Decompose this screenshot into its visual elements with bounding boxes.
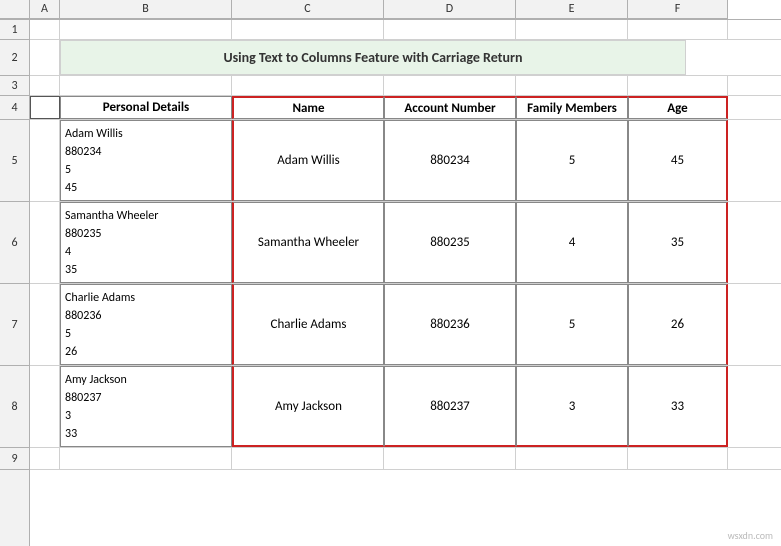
- personal-charlie: Charlie Adams 880236 5 26: [65, 289, 135, 361]
- row-6-samantha: Samantha Wheeler 880235 4 35 Samantha Wh…: [30, 202, 781, 284]
- row-4-headers: Personal Details Name Account Number Fam…: [30, 96, 781, 120]
- cell-d9[interactable]: [384, 448, 516, 469]
- row-num-8: 8: [0, 366, 29, 448]
- row-2-title: Using Text to Columns Feature with Carri…: [30, 40, 781, 76]
- cell-d3[interactable]: [384, 76, 516, 95]
- header-age: Age: [628, 96, 728, 119]
- cell-c3[interactable]: [232, 76, 384, 95]
- cell-b8-personal[interactable]: Amy Jackson 880237 3 33: [60, 366, 232, 447]
- cell-b3[interactable]: [60, 76, 232, 95]
- cell-b6-personal[interactable]: Samantha Wheeler 880235 4 35: [60, 202, 232, 283]
- cell-e8-family[interactable]: 3: [516, 366, 628, 447]
- col-header-a: A: [30, 0, 60, 19]
- col-header-f: F: [628, 0, 728, 19]
- cell-a9[interactable]: [30, 448, 60, 469]
- cell-f3[interactable]: [628, 76, 728, 95]
- cell-d7-acct[interactable]: 880236: [384, 284, 516, 365]
- cell-c8-name[interactable]: Amy Jackson: [232, 366, 384, 447]
- cell-f9[interactable]: [628, 448, 728, 469]
- cell-f7-age[interactable]: 26: [628, 284, 728, 365]
- cell-c9[interactable]: [232, 448, 384, 469]
- watermark: wsxdn.com: [728, 529, 773, 542]
- row-1: [30, 20, 781, 40]
- cell-c1[interactable]: [232, 20, 384, 39]
- cell-a7[interactable]: [30, 284, 60, 365]
- col-header-e: E: [516, 0, 628, 19]
- col-header-c: C: [232, 0, 384, 19]
- grid-body: 1 2 3 4 5 6 7 8 9: [0, 20, 781, 546]
- cell-d5-acct[interactable]: 880234: [384, 120, 516, 201]
- row-num-1: 1: [0, 20, 29, 40]
- row-numbers: 1 2 3 4 5 6 7 8 9: [0, 20, 30, 546]
- cell-b7-personal[interactable]: Charlie Adams 880236 5 26: [60, 284, 232, 365]
- row-3: [30, 76, 781, 96]
- row-5-adam: Adam Willis 880234 5 45 Adam Willis 8802…: [30, 120, 781, 202]
- grid-content: Using Text to Columns Feature with Carri…: [30, 20, 781, 546]
- col-header-b: B: [60, 0, 232, 19]
- personal-amy: Amy Jackson 880237 3 33: [65, 371, 127, 443]
- cell-a6[interactable]: [30, 202, 60, 283]
- row-num-6: 6: [0, 202, 29, 284]
- corner-cell: [0, 0, 30, 19]
- cell-b1[interactable]: [60, 20, 232, 39]
- cell-f5-age[interactable]: 45: [628, 120, 728, 201]
- title-cell: Using Text to Columns Feature with Carri…: [60, 40, 686, 75]
- personal-adam: Adam Willis 880234 5 45: [65, 125, 123, 197]
- cell-e6-family[interactable]: 4: [516, 202, 628, 283]
- cell-a8[interactable]: [30, 366, 60, 447]
- row-num-2: 2: [0, 40, 29, 76]
- cell-e1[interactable]: [516, 20, 628, 39]
- header-personal-details: Personal Details: [60, 96, 232, 119]
- row-7-charlie: Charlie Adams 880236 5 26 Charlie Adams …: [30, 284, 781, 366]
- row-num-5: 5: [0, 120, 29, 202]
- cell-e3[interactable]: [516, 76, 628, 95]
- spreadsheet-title: Using Text to Columns Feature with Carri…: [223, 49, 522, 66]
- row-num-7: 7: [0, 284, 29, 366]
- cell-f1[interactable]: [628, 20, 728, 39]
- cell-d6-acct[interactable]: 880235: [384, 202, 516, 283]
- spreadsheet: A B C D E F 1 2 3 4 5 6 7 8 9: [0, 0, 781, 546]
- cell-c5-name[interactable]: Adam Willis: [232, 120, 384, 201]
- row-9: [30, 448, 781, 470]
- col-header-d: D: [384, 0, 516, 19]
- row-8-amy: Amy Jackson 880237 3 33 Amy Jackson 8802…: [30, 366, 781, 448]
- cell-e5-family[interactable]: 5: [516, 120, 628, 201]
- row-num-9: 9: [0, 448, 29, 470]
- column-headers: A B C D E F: [0, 0, 781, 20]
- cell-e7-family[interactable]: 5: [516, 284, 628, 365]
- cell-c6-name[interactable]: Samantha Wheeler: [232, 202, 384, 283]
- row-num-3: 3: [0, 76, 29, 96]
- cell-b5-personal[interactable]: Adam Willis 880234 5 45: [60, 120, 232, 201]
- cell-d8-acct[interactable]: 880237: [384, 366, 516, 447]
- cell-e9[interactable]: [516, 448, 628, 469]
- cell-a3[interactable]: [30, 76, 60, 95]
- header-family-members: Family Members: [516, 96, 628, 119]
- cell-c7-name[interactable]: Charlie Adams: [232, 284, 384, 365]
- cell-a1[interactable]: [30, 20, 60, 39]
- cell-a4[interactable]: [30, 96, 60, 119]
- header-account-number: Account Number: [384, 96, 516, 119]
- cell-a5[interactable]: [30, 120, 60, 201]
- cell-d1[interactable]: [384, 20, 516, 39]
- personal-samantha: Samantha Wheeler 880235 4 35: [65, 207, 158, 279]
- row-num-4: 4: [0, 96, 29, 120]
- cell-b9[interactable]: [60, 448, 232, 469]
- cell-a2[interactable]: [30, 40, 60, 75]
- cell-f6-age[interactable]: 35: [628, 202, 728, 283]
- cell-f8-age[interactable]: 33: [628, 366, 728, 447]
- header-name: Name: [232, 96, 384, 119]
